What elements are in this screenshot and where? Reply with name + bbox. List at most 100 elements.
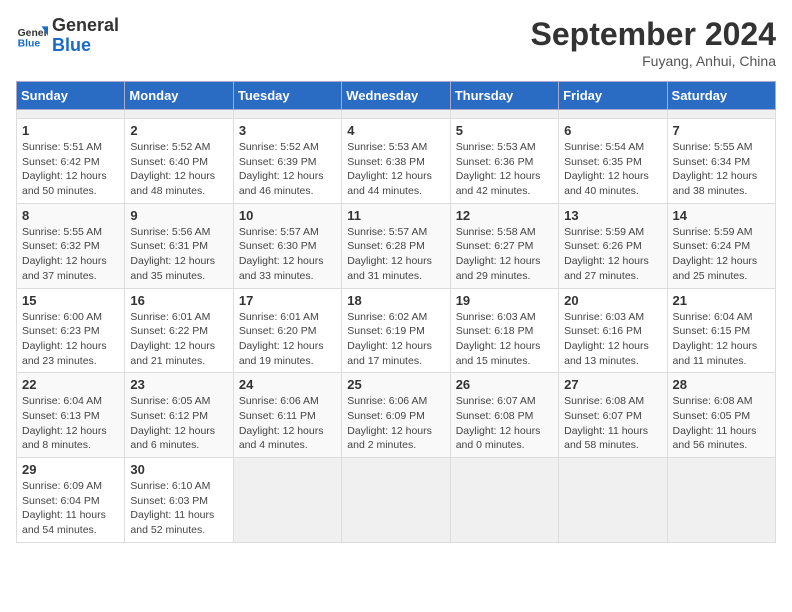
day-info: Sunrise: 6:06 AMSunset: 6:09 PMDaylight:… [347,394,444,453]
calendar-cell: 13Sunrise: 5:59 AMSunset: 6:26 PMDayligh… [559,203,667,288]
day-info: Sunrise: 5:57 AMSunset: 6:28 PMDaylight:… [347,225,444,284]
day-info: Sunrise: 5:52 AMSunset: 6:39 PMDaylight:… [239,140,336,199]
calendar-cell: 7 Sunrise: 5:55 AMSunset: 6:34 PMDaylight… [667,119,775,204]
day-info: Sunrise: 6:04 AMSunset: 6:15 PMDaylight:… [673,310,770,369]
calendar-cell: 27 Sunrise: 6:08 AMSunset: 6:07 PMDayligh… [559,373,667,458]
weekday-header-saturday: Saturday [667,82,775,110]
day-number: 5 [456,123,553,138]
day-info: Sunrise: 6:02 AMSunset: 6:19 PMDaylight:… [347,310,444,369]
calendar-cell: 15 Sunrise: 6:00 AMSunset: 6:23 PMDayligh… [17,288,125,373]
day-info: Sunrise: 6:05 AMSunset: 6:12 PMDaylight:… [130,394,227,453]
logo-icon: General Blue [16,20,48,52]
calendar-cell [559,110,667,119]
day-info: Sunrise: 5:56 AMSunset: 6:31 PMDaylight:… [130,225,227,284]
calendar-cell [342,458,450,543]
calendar-cell: 26 Sunrise: 6:07 AMSunset: 6:08 PMDayligh… [450,373,558,458]
calendar-cell: 22 Sunrise: 6:04 AMSunset: 6:13 PMDayligh… [17,373,125,458]
calendar-cell: 24 Sunrise: 6:06 AMSunset: 6:11 PMDayligh… [233,373,341,458]
day-number: 25 [347,377,444,392]
day-info: Sunrise: 6:00 AMSunset: 6:23 PMDaylight:… [22,310,119,369]
day-number: 9 [130,208,227,223]
calendar-week-row: 1 Sunrise: 5:51 AMSunset: 6:42 PMDaylight… [17,119,776,204]
day-number: 1 [22,123,119,138]
day-info: Sunrise: 6:01 AMSunset: 6:20 PMDaylight:… [239,310,336,369]
weekday-header-thursday: Thursday [450,82,558,110]
calendar-cell: 16 Sunrise: 6:01 AMSunset: 6:22 PMDayligh… [125,288,233,373]
day-info: Sunrise: 5:58 AMSunset: 6:27 PMDaylight:… [456,225,553,284]
weekday-header-monday: Monday [125,82,233,110]
calendar-cell: 4 Sunrise: 5:53 AMSunset: 6:38 PMDaylight… [342,119,450,204]
day-info: Sunrise: 6:08 AMSunset: 6:07 PMDaylight:… [564,394,661,453]
day-info: Sunrise: 5:59 AMSunset: 6:26 PMDaylight:… [564,225,661,284]
calendar-week-row: 15 Sunrise: 6:00 AMSunset: 6:23 PMDayligh… [17,288,776,373]
calendar-table: SundayMondayTuesdayWednesdayThursdayFrid… [16,81,776,543]
day-number: 30 [130,462,227,477]
calendar-cell: 1 Sunrise: 5:51 AMSunset: 6:42 PMDaylight… [17,119,125,204]
day-info: Sunrise: 6:03 AMSunset: 6:16 PMDaylight:… [564,310,661,369]
svg-text:Blue: Blue [18,38,41,49]
month-title: September 2024 [531,16,776,53]
day-number: 14 [673,208,770,223]
day-info: Sunrise: 5:55 AMSunset: 6:32 PMDaylight:… [22,225,119,284]
calendar-cell: 19Sunrise: 6:03 AMSunset: 6:18 PMDayligh… [450,288,558,373]
calendar-cell: 9 Sunrise: 5:56 AMSunset: 6:31 PMDaylight… [125,203,233,288]
title-block: September 2024 Fuyang, Anhui, China [531,16,776,69]
day-info: Sunrise: 6:10 AMSunset: 6:03 PMDaylight:… [130,479,227,538]
day-number: 8 [22,208,119,223]
day-number: 26 [456,377,553,392]
calendar-cell: 14Sunrise: 5:59 AMSunset: 6:24 PMDayligh… [667,203,775,288]
day-number: 16 [130,293,227,308]
calendar-cell: 21 Sunrise: 6:04 AMSunset: 6:15 PMDayligh… [667,288,775,373]
day-number: 20 [564,293,661,308]
day-info: Sunrise: 5:54 AMSunset: 6:35 PMDaylight:… [564,140,661,199]
calendar-week-row: 8 Sunrise: 5:55 AMSunset: 6:32 PMDaylight… [17,203,776,288]
day-info: Sunrise: 6:09 AMSunset: 6:04 PMDaylight:… [22,479,119,538]
logo: General Blue General Blue [16,16,119,56]
day-info: Sunrise: 6:04 AMSunset: 6:13 PMDaylight:… [22,394,119,453]
day-info: Sunrise: 6:01 AMSunset: 6:22 PMDaylight:… [130,310,227,369]
day-info: Sunrise: 6:03 AMSunset: 6:18 PMDaylight:… [456,310,553,369]
location-subtitle: Fuyang, Anhui, China [531,53,776,69]
weekday-header-sunday: Sunday [17,82,125,110]
day-number: 24 [239,377,336,392]
calendar-cell [450,110,558,119]
calendar-week-row: 29 Sunrise: 6:09 AMSunset: 6:04 PMDayligh… [17,458,776,543]
calendar-cell: 30 Sunrise: 6:10 AMSunset: 6:03 PMDayligh… [125,458,233,543]
calendar-cell: 18 Sunrise: 6:02 AMSunset: 6:19 PMDayligh… [342,288,450,373]
day-number: 17 [239,293,336,308]
calendar-cell: 2Sunrise: 5:52 AMSunset: 6:40 PMDaylight… [125,119,233,204]
day-info: Sunrise: 5:53 AMSunset: 6:38 PMDaylight:… [347,140,444,199]
calendar-cell [450,458,558,543]
calendar-cell: 20 Sunrise: 6:03 AMSunset: 6:16 PMDayligh… [559,288,667,373]
day-number: 7 [673,123,770,138]
day-info: Sunrise: 6:06 AMSunset: 6:11 PMDaylight:… [239,394,336,453]
calendar-cell: 8 Sunrise: 5:55 AMSunset: 6:32 PMDaylight… [17,203,125,288]
svg-text:General: General [18,28,48,39]
day-number: 29 [22,462,119,477]
day-number: 3 [239,123,336,138]
calendar-cell: 17 Sunrise: 6:01 AMSunset: 6:20 PMDayligh… [233,288,341,373]
day-number: 15 [22,293,119,308]
day-number: 18 [347,293,444,308]
calendar-week-row [17,110,776,119]
day-number: 27 [564,377,661,392]
calendar-cell: 11Sunrise: 5:57 AMSunset: 6:28 PMDayligh… [342,203,450,288]
day-number: 22 [22,377,119,392]
day-number: 21 [673,293,770,308]
day-info: Sunrise: 5:55 AMSunset: 6:34 PMDaylight:… [673,140,770,199]
day-number: 28 [673,377,770,392]
calendar-cell [559,458,667,543]
day-number: 4 [347,123,444,138]
calendar-cell: 12 Sunrise: 5:58 AMSunset: 6:27 PMDayligh… [450,203,558,288]
calendar-cell [342,110,450,119]
page-header: General Blue General Blue September 2024… [16,16,776,69]
day-info: Sunrise: 5:57 AMSunset: 6:30 PMDaylight:… [239,225,336,284]
calendar-cell [667,458,775,543]
calendar-week-row: 22 Sunrise: 6:04 AMSunset: 6:13 PMDayligh… [17,373,776,458]
calendar-cell: 28Sunrise: 6:08 AMSunset: 6:05 PMDayligh… [667,373,775,458]
day-info: Sunrise: 5:51 AMSunset: 6:42 PMDaylight:… [22,140,119,199]
calendar-cell: 10Sunrise: 5:57 AMSunset: 6:30 PMDayligh… [233,203,341,288]
day-info: Sunrise: 6:07 AMSunset: 6:08 PMDaylight:… [456,394,553,453]
day-number: 12 [456,208,553,223]
day-number: 2 [130,123,227,138]
